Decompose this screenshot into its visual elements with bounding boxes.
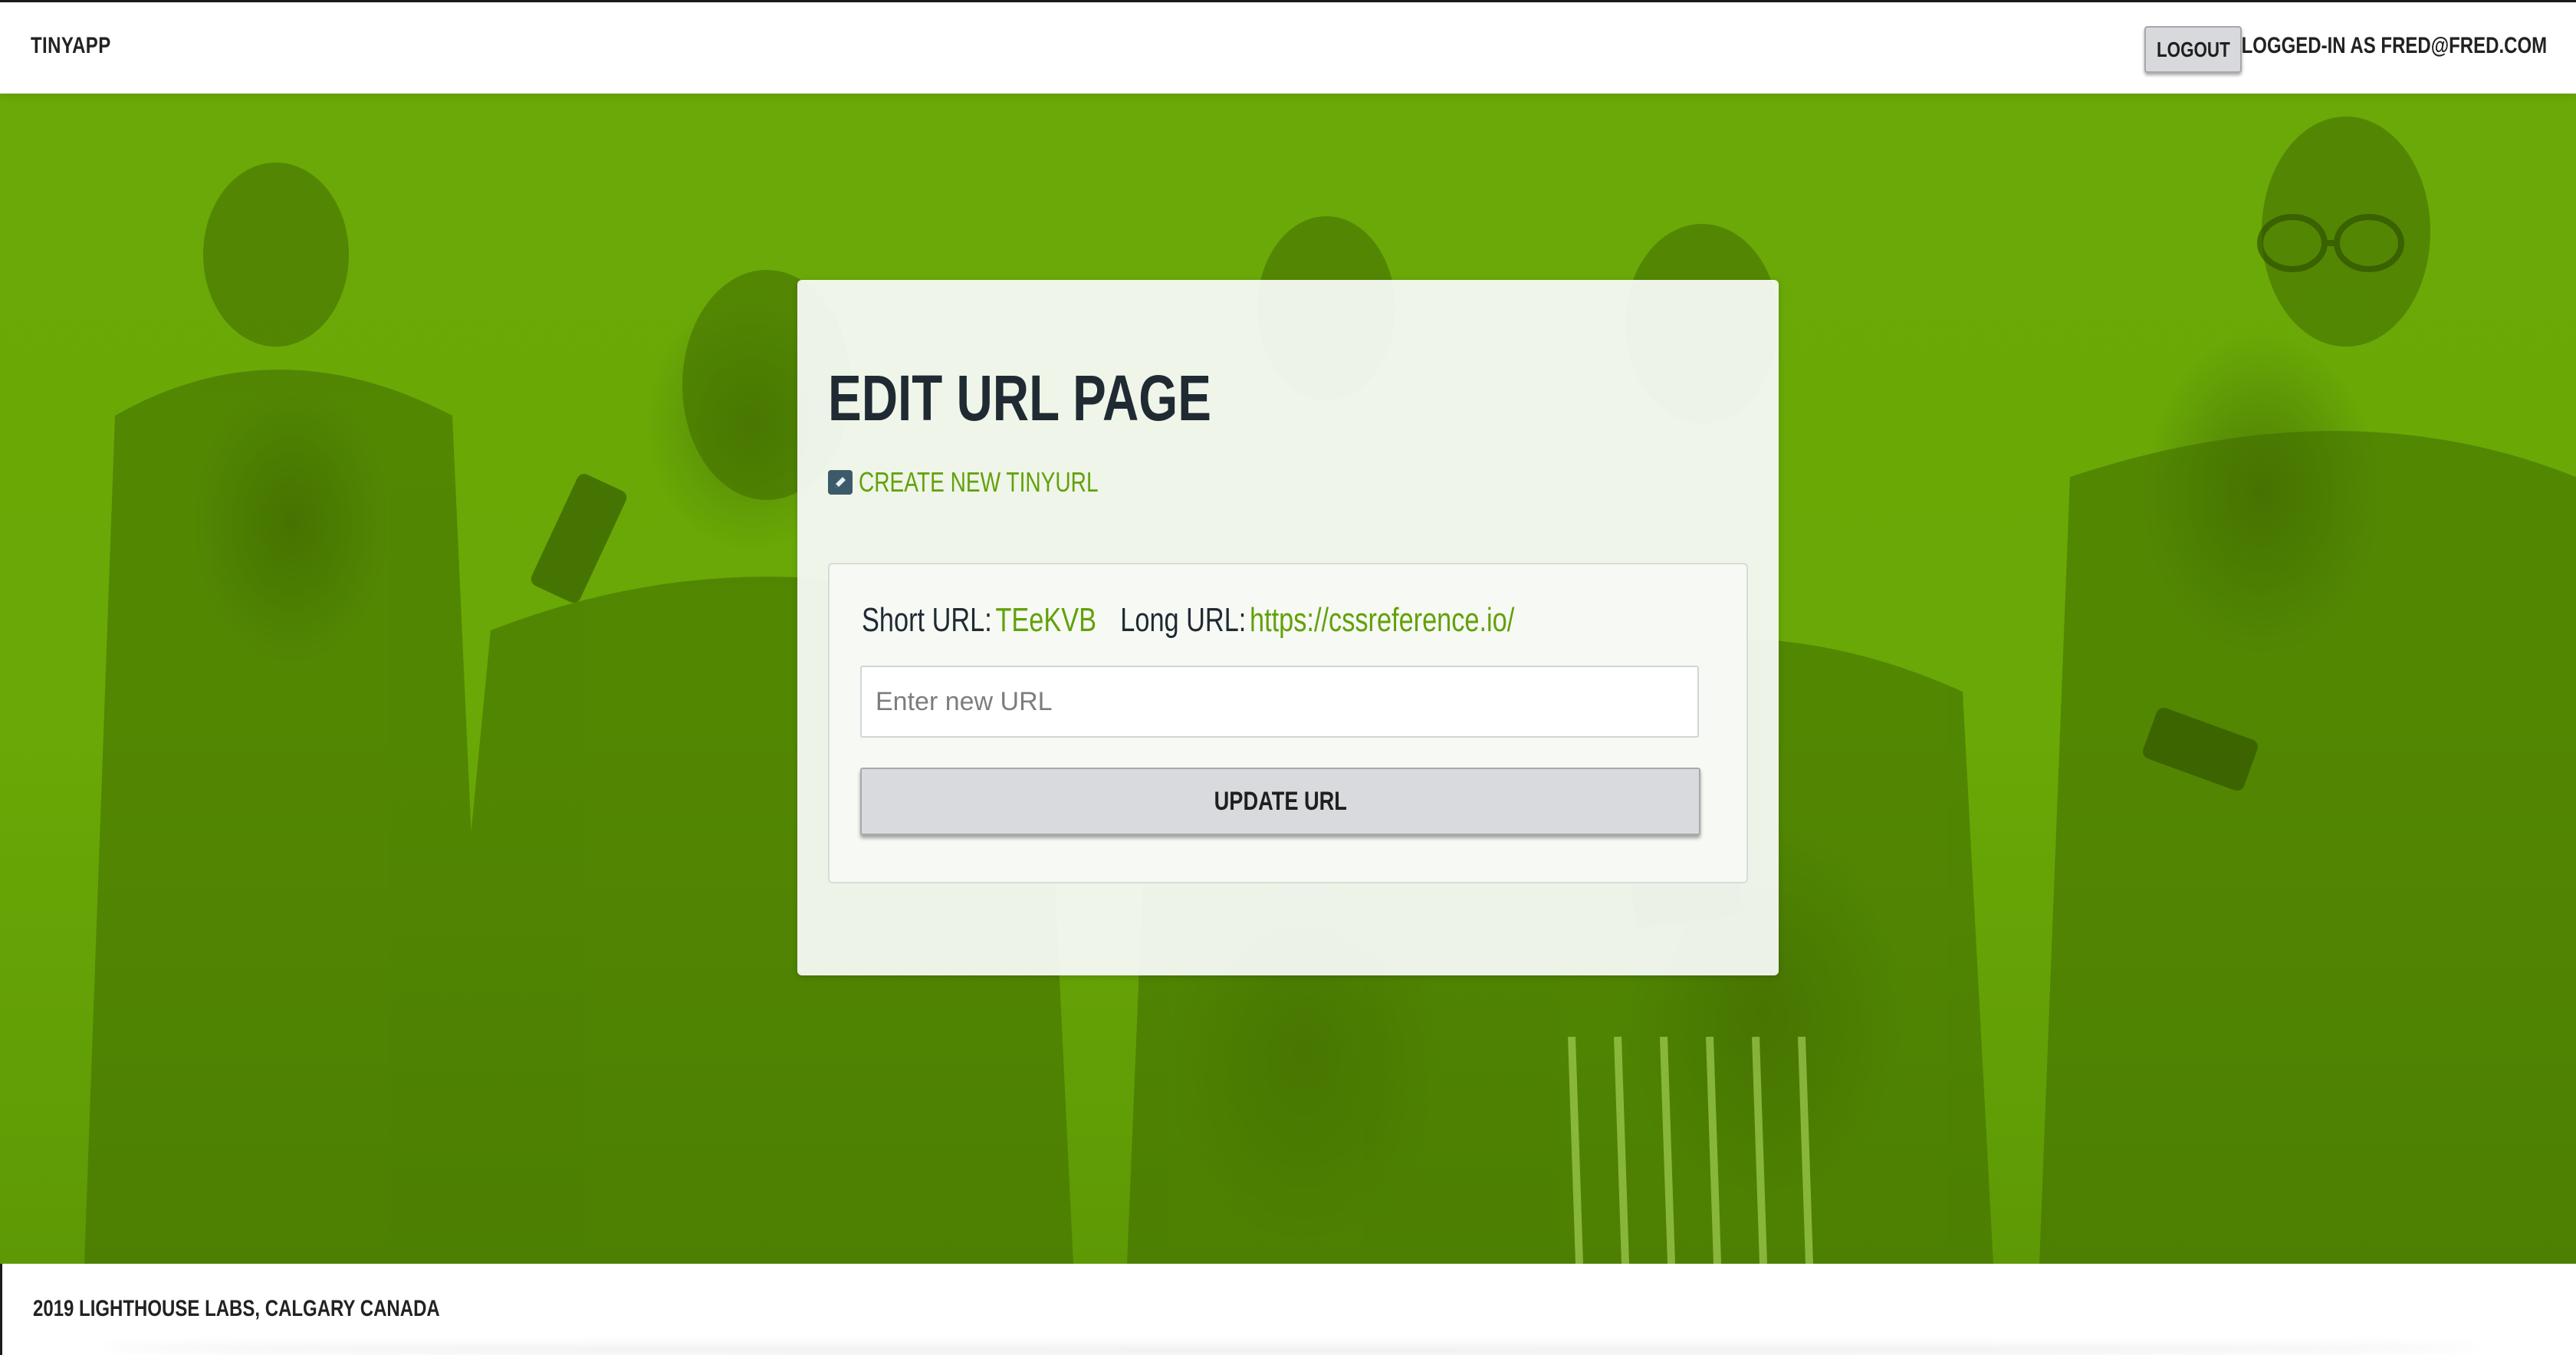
footer-copyright: 2019 LIGHTHOUSE LABS, CALGARY CANADA bbox=[33, 1296, 440, 1321]
logout-button[interactable]: LOGOUT bbox=[2144, 26, 2242, 73]
update-url-button-label: UPDATE URL bbox=[1214, 786, 1347, 816]
top-navbar: TINYAPP LOGOUT LOGGED-IN AS FRED@FRED.CO… bbox=[0, 0, 2576, 94]
create-new-tinyurl-link[interactable]: CREATE NEW TINYURL bbox=[828, 466, 1166, 498]
page-title: EDIT URL PAGE bbox=[828, 362, 1211, 434]
hero-background: EDIT URL PAGE CREATE NEW TINYURL Short U… bbox=[0, 94, 2576, 1264]
new-url-input[interactable] bbox=[860, 666, 1699, 738]
url-edit-panel: Short URL: TEeKVB Long URL: https://cssr… bbox=[828, 563, 1748, 883]
create-new-tinyurl-label: CREATE NEW TINYURL bbox=[859, 466, 1099, 498]
edit-icon bbox=[828, 470, 853, 495]
footer-shadow bbox=[102, 1341, 2479, 1355]
long-url-label: Long URL: bbox=[1120, 601, 1247, 639]
footer: 2019 LIGHTHOUSE LABS, CALGARY CANADA bbox=[0, 1264, 2576, 1355]
long-url-value[interactable]: https://cssreference.io/ bbox=[1250, 601, 1514, 640]
pencil-icon bbox=[835, 477, 846, 488]
short-url-value[interactable]: TEeKVB bbox=[995, 601, 1096, 640]
update-url-button[interactable]: UPDATE URL bbox=[860, 768, 1700, 835]
short-url-label: Short URL: bbox=[862, 601, 992, 639]
brand-logo[interactable]: TINYAPP bbox=[31, 33, 111, 59]
url-info-line: Short URL: TEeKVB Long URL: https://cssr… bbox=[862, 601, 1514, 640]
logout-button-label: LOGOUT bbox=[2156, 37, 2230, 61]
edit-url-card: EDIT URL PAGE CREATE NEW TINYURL Short U… bbox=[797, 280, 1779, 975]
logged-in-status: LOGGED-IN AS FRED@FRED.COM bbox=[2241, 33, 2547, 58]
